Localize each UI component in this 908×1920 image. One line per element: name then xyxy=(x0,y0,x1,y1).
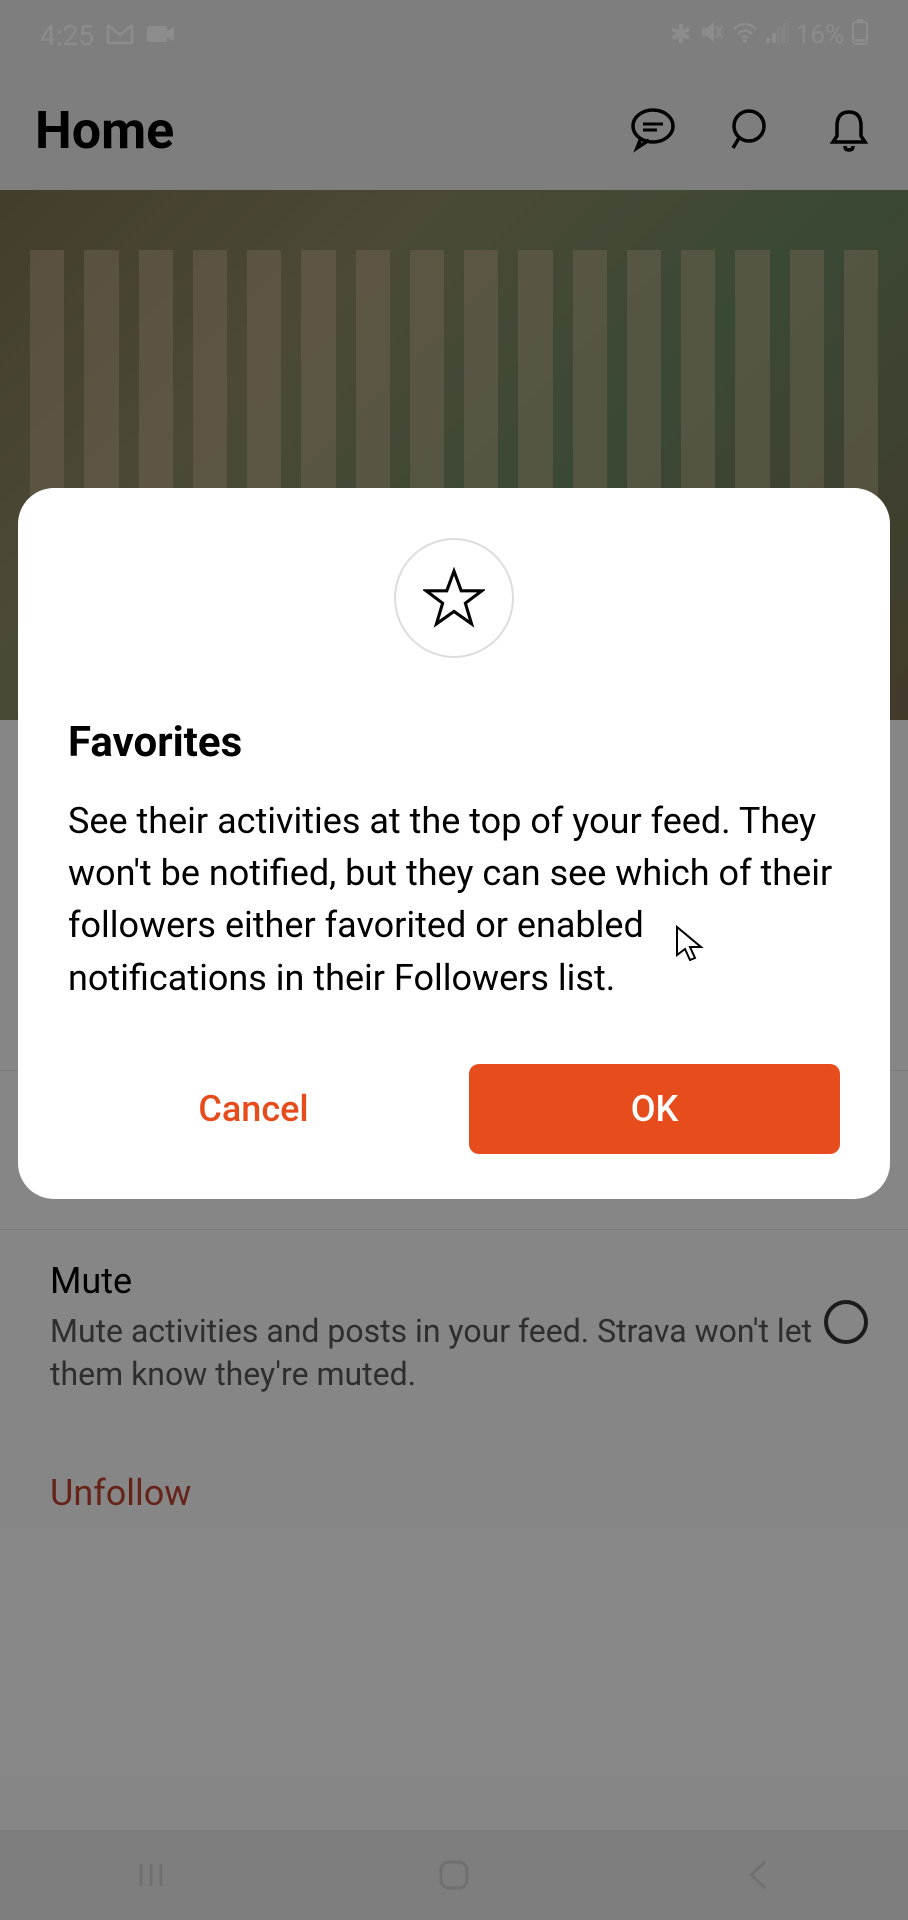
ok-button[interactable]: OK xyxy=(469,1064,840,1154)
dialog-title: Favorites xyxy=(68,718,840,767)
dialog-buttons: Cancel OK xyxy=(68,1064,840,1154)
star-icon xyxy=(423,567,485,629)
dialog-body: See their activities at the top of your … xyxy=(68,795,840,1004)
star-icon-circle xyxy=(394,538,514,658)
cancel-button[interactable]: Cancel xyxy=(68,1064,439,1154)
favorites-dialog: Favorites See their activities at the to… xyxy=(18,488,890,1199)
